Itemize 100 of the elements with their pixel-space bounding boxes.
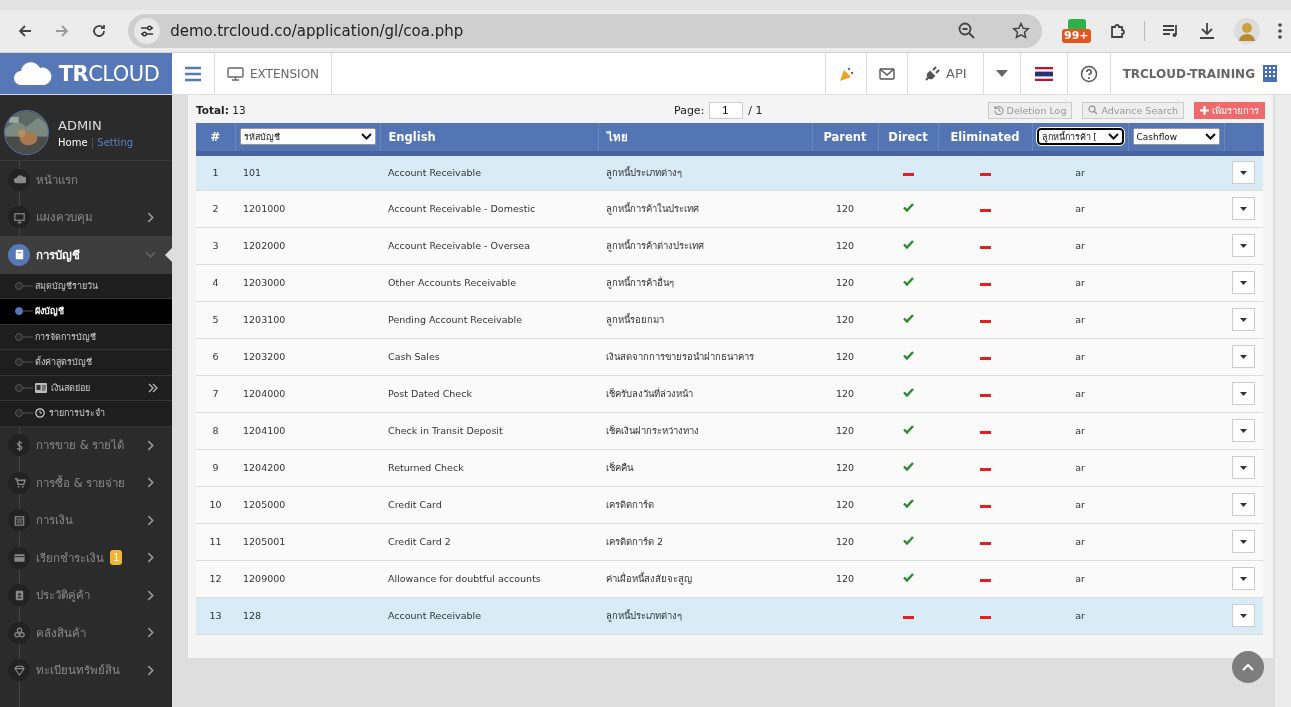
table-cell: 6 — [212, 351, 219, 362]
sidebar-item[interactable]: ประวัติคู่ค้า — [0, 576, 172, 614]
sidebar-item[interactable]: หน้าแรก — [0, 161, 172, 199]
api-button[interactable]: API — [907, 53, 983, 94]
table-cell: เช็คคืน — [606, 462, 633, 473]
row-actions-button[interactable] — [1232, 161, 1255, 184]
row-actions-button[interactable] — [1232, 419, 1255, 442]
table-cell: เงินสดจากการขายรอนำฝากธนาคาร — [606, 351, 754, 362]
submenu-item[interactable]: ตั้งค่าสูตรบัญชี — [0, 350, 172, 376]
row-actions-button[interactable] — [1232, 604, 1255, 627]
caret-icon — [1240, 465, 1247, 470]
sidebar-item[interactable]: เรียกชำระเงิน 1 — [0, 539, 172, 577]
row-actions-button[interactable] — [1232, 493, 1255, 516]
table-cell: Credit Card 2 — [388, 536, 451, 547]
menu-icon — [184, 65, 202, 82]
submenu-item[interactable]: เงินสดย่อย — [0, 375, 172, 401]
table-cell: Account Receivable — [388, 167, 482, 178]
table-cell: 120 — [835, 425, 855, 436]
extension-button[interactable]: EXTENSION — [215, 53, 333, 94]
tree-node-icon — [15, 281, 33, 290]
submenu-item[interactable]: ผังบัญชี — [0, 299, 172, 325]
tree-node-icon — [15, 409, 33, 417]
column-dropdown[interactable]: ลูกหนี้การค้า [ — [1036, 128, 1124, 146]
row-actions-button[interactable] — [1232, 234, 1255, 257]
row-actions-button[interactable] — [1232, 456, 1255, 479]
table-cell: เครดิตการ์ด — [606, 499, 654, 510]
table-cell: 13 — [209, 610, 222, 621]
table-cell: 1205001 — [243, 536, 286, 547]
zoom-out-icon — [958, 22, 976, 40]
address-bar[interactable]: demo.trcloud.co/application/gl/coa.php — [128, 14, 1042, 48]
column-header: Parent — [823, 129, 867, 144]
puzzle-icon — [1108, 21, 1128, 41]
sidebar-item[interactable]: คลังสินค้า — [0, 614, 172, 652]
submenu-item[interactable]: การจัดการบัญชี — [0, 324, 172, 350]
table-cell: ar — [1075, 610, 1085, 621]
table-cell: ลูกหนี้การค้าในประเทศ — [606, 203, 699, 214]
table-cell: ar — [1075, 167, 1085, 178]
table-cell: 1203000 — [243, 277, 286, 288]
table-cell: 1204100 — [243, 425, 286, 436]
envelope-icon — [879, 67, 896, 80]
page-input[interactable]: 1 — [709, 101, 744, 119]
table-cell: 120 — [835, 277, 855, 288]
tree-node-icon — [15, 332, 33, 341]
monitor-icon — [12, 210, 26, 224]
sidebar-item[interactable]: การซื้อ & รายจ่าย — [0, 464, 172, 502]
up-chevron-icon — [1242, 663, 1254, 671]
row-actions-button[interactable] — [1232, 530, 1255, 553]
row-actions-button[interactable] — [1232, 271, 1255, 294]
table-cell: ลูกหนี้การค้าต่างประเทศ — [606, 240, 704, 251]
row-actions-button[interactable] — [1232, 382, 1255, 405]
submenu-item[interactable]: รายการประจำ — [0, 401, 172, 427]
table-cell: 120 — [835, 499, 855, 510]
row-actions-button[interactable] — [1232, 197, 1255, 220]
table-cell: ลูกหนี้รอยกมา — [606, 314, 664, 325]
total-count: Total: 13 — [196, 104, 247, 116]
caret-icon — [1240, 354, 1247, 359]
caret-icon — [1240, 317, 1247, 322]
user-name: ADMIN — [58, 117, 103, 133]
cart-icon — [12, 476, 26, 490]
caret-icon — [1240, 243, 1247, 248]
scrollbar[interactable] — [1275, 95, 1291, 707]
table-cell: 128 — [243, 610, 262, 621]
download-icon — [1197, 21, 1217, 41]
sidebar-item[interactable]: การเงิน — [0, 501, 172, 539]
table-cell: เครดิตการ์ด 2 — [606, 536, 664, 547]
plug-icon — [924, 65, 941, 82]
add-button[interactable]: เพิ่มรายการ — [1194, 101, 1265, 119]
table-cell: 120 — [835, 240, 855, 251]
sidebar-item[interactable]: การบัญชี — [0, 236, 172, 274]
page-label: Page: — [674, 103, 705, 117]
app-logo[interactable]: TRCLOUD — [0, 53, 172, 94]
column-dropdown[interactable]: รหัสบัญชี — [239, 128, 376, 146]
table-cell: Returned Check — [388, 462, 464, 473]
row-actions-button[interactable] — [1232, 308, 1255, 331]
avatar-icon — [1233, 17, 1261, 45]
search-icon — [1088, 105, 1099, 115]
plus-icon — [1200, 105, 1209, 115]
site-settings-icon[interactable] — [134, 18, 161, 44]
home-link[interactable]: Home — [58, 136, 88, 148]
sidebar-item[interactable]: ทะเบียนทรัพย์สิน — [0, 651, 172, 689]
caret-icon — [1240, 576, 1247, 581]
row-actions-button[interactable] — [1232, 345, 1255, 368]
company-button[interactable]: TRCLOUD-TRAINING — [1109, 53, 1291, 94]
table-cell: ค่าเผื่อหนี้สงสัยจะสูญ — [606, 573, 692, 584]
column-header: ไทย — [606, 129, 628, 144]
table-cell: Cash Sales — [388, 351, 440, 362]
table-cell: 1201000 — [243, 203, 286, 214]
sidebar-item[interactable]: แผงควบคุม — [0, 198, 172, 236]
sidebar-item[interactable]: การขาย & รายได้ — [0, 426, 172, 464]
cloud-icon — [12, 61, 53, 86]
row-actions-button[interactable] — [1232, 567, 1255, 590]
back-to-top-button[interactable] — [1232, 651, 1264, 683]
setting-link[interactable]: Setting — [97, 136, 134, 148]
submenu-item[interactable]: สมุดบัญชีรายวัน — [0, 273, 172, 299]
caret-icon — [1240, 502, 1247, 507]
link-separator: | — [90, 136, 95, 148]
table-cell: ar — [1075, 314, 1085, 325]
column-dropdown[interactable]: Cashflow — [1132, 128, 1220, 146]
table-cell: ลูกหนี้การค้าอื่นๆ — [606, 277, 674, 288]
count-badge: 1 — [110, 550, 123, 566]
